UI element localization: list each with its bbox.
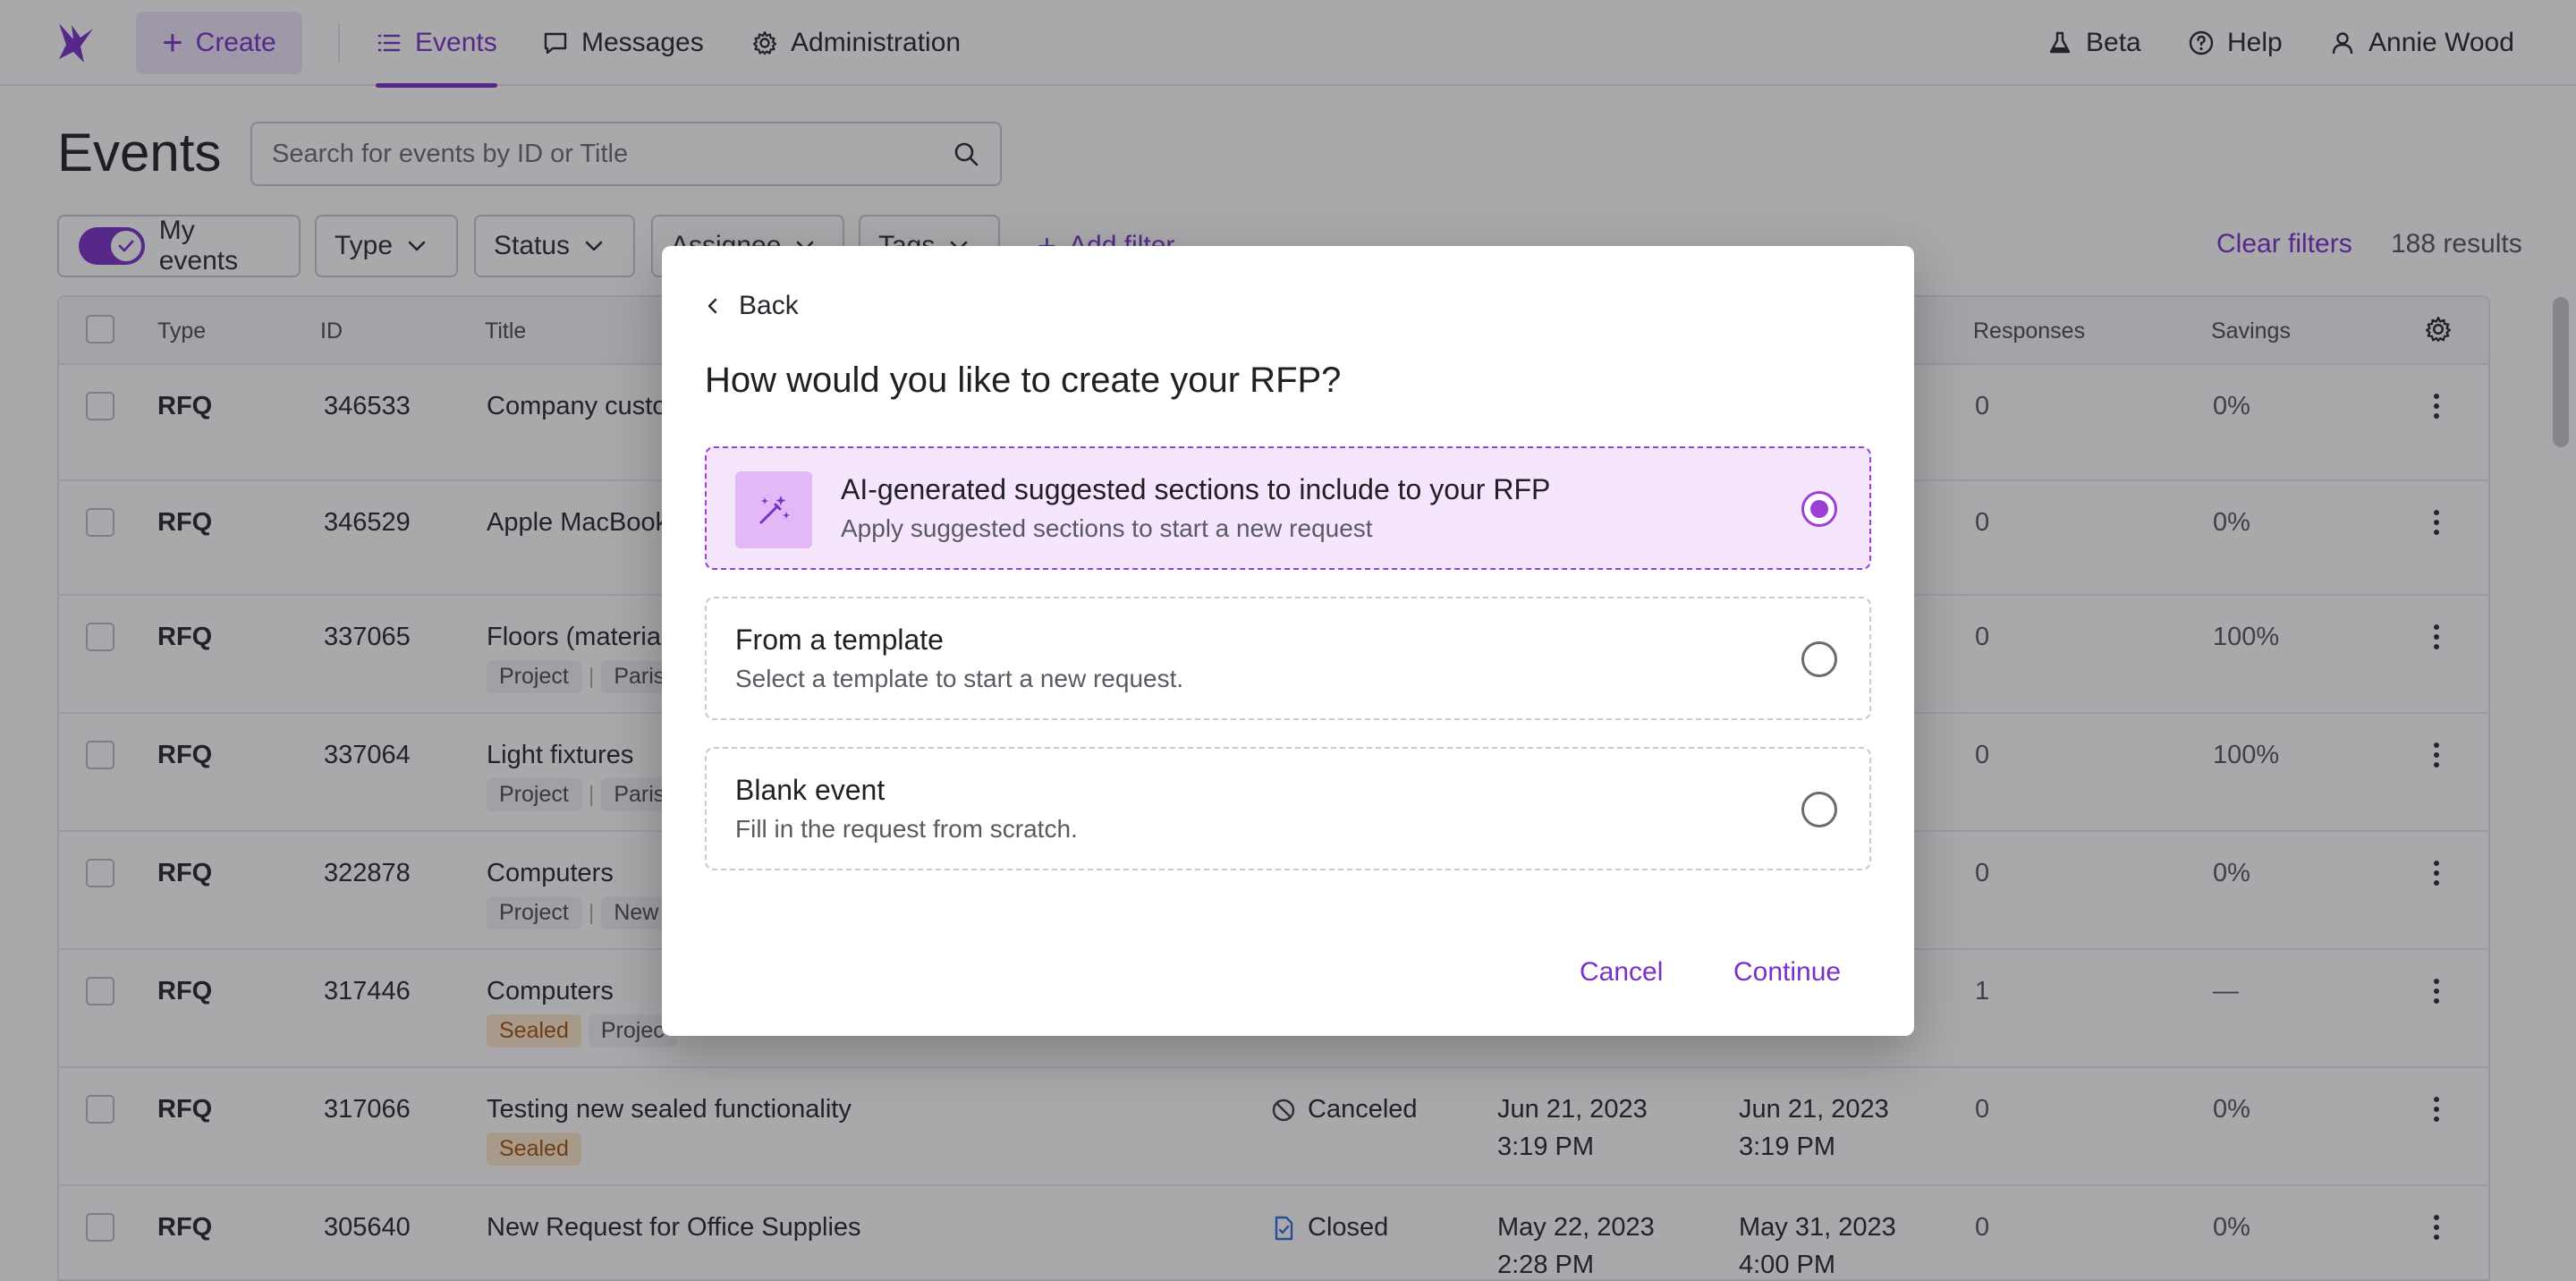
chevron-left-icon [708,298,717,314]
continue-button[interactable]: Continue [1733,957,1841,988]
back-label: Back [739,291,799,320]
option-title: AI-generated suggested sections to inclu… [841,473,1551,505]
option-description: Select a template to start a new request… [735,665,1184,692]
option-title: From a template [735,624,944,656]
option-from-template[interactable]: From a template Select a template to sta… [705,597,1871,720]
option-ai-generated[interactable]: AI-generated suggested sections to inclu… [705,446,1871,570]
cancel-button[interactable]: Cancel [1580,957,1663,988]
create-rfp-dialog: Back How would you like to create your R… [662,246,1914,1036]
option-description: Apply suggested sections to start a new … [841,514,1373,542]
option-blank-event[interactable]: Blank event Fill in the request from scr… [705,747,1871,870]
dialog-title: How would you like to create your RFP? [705,361,1342,400]
option-title: Blank event [735,774,886,806]
magic-wand-icon [735,471,812,548]
option-radio[interactable] [1801,792,1837,827]
option-radio[interactable] [1801,641,1837,677]
option-description: Fill in the request from scratch. [735,815,1078,843]
option-radio[interactable] [1801,491,1837,527]
back-button[interactable]: Back [703,291,799,321]
